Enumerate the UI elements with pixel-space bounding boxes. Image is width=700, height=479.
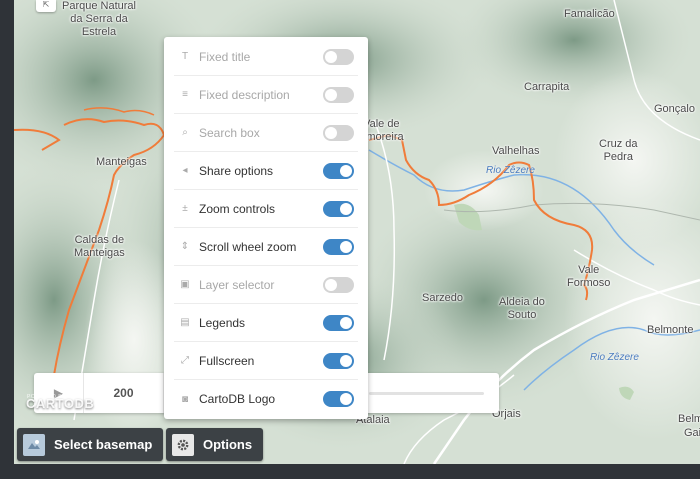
share-icon: ◂ [182, 165, 188, 176]
option-label: Fixed description [199, 87, 290, 102]
option-toggle[interactable] [323, 352, 354, 369]
toggle-knob [340, 164, 352, 177]
toggle-knob [325, 88, 337, 101]
logo-icon: ◙ [181, 393, 189, 405]
place-label: Belm [678, 413, 700, 425]
option-row[interactable]: T Fixed title [174, 38, 358, 76]
place-label: Famalicão [564, 8, 615, 20]
zoom-icon: ± [182, 203, 188, 214]
option-toggle[interactable] [323, 86, 354, 103]
option-row[interactable]: ⇕ Scroll wheel zoom [174, 228, 358, 266]
description-icon: ≡ [182, 89, 188, 100]
basemap-icon [23, 433, 45, 456]
place-label: Belmonte [647, 324, 694, 336]
scroll-icon: ⇕ [180, 241, 190, 252]
option-toggle[interactable] [323, 314, 354, 331]
place-label: Gonçalo [654, 103, 695, 115]
toggle-knob [340, 393, 352, 405]
search-icon: ⌕ [182, 127, 188, 138]
option-row[interactable]: ◂ Share options [174, 152, 358, 190]
option-label: Scroll wheel zoom [199, 239, 297, 254]
place-label: Cruz da Pedra [599, 138, 638, 163]
option-label: Search box [199, 125, 260, 140]
select-basemap-button[interactable]: Select basemap [17, 428, 163, 461]
option-toggle[interactable] [323, 124, 354, 141]
place-label: Manteigas [96, 156, 147, 168]
layers-icon: ▣ [180, 279, 190, 290]
option-row[interactable]: ± Zoom controls [174, 190, 358, 228]
fullscreen-icon: ⤢ [181, 355, 189, 366]
timeline-step-value[interactable]: 200 [84, 373, 164, 413]
river-label: Rio Zêzere [486, 165, 535, 176]
toggle-knob [340, 202, 352, 215]
place-label: Gaia [684, 427, 700, 439]
toggle-knob [340, 316, 352, 329]
select-basemap-label: Select basemap [54, 437, 153, 452]
zoom-control-icon[interactable]: ⇱ [36, 0, 56, 12]
option-label: Layer selector [199, 277, 275, 292]
options-panel: T Fixed title ≡ Fixed description ⌕ Search bo… [164, 37, 368, 419]
place-label: Vale Formoso [567, 264, 611, 289]
option-label: CartoDB Logo [199, 392, 276, 406]
option-label: Legends [199, 315, 246, 330]
timeline-slider[interactable] [369, 392, 484, 395]
place-label: Caldas de Manteigas [74, 234, 125, 259]
option-label: Fixed title [199, 49, 251, 64]
option-row[interactable]: ▤ Legends [174, 304, 358, 342]
place-label: Parque Natural da Serra da Estrela [62, 0, 136, 38]
option-toggle[interactable] [323, 162, 354, 179]
app-frame: Parque Natural da Serra da Estrela Famal… [0, 0, 700, 479]
option-row[interactable]: ⤢ Fullscreen [174, 342, 358, 380]
place-label: Aldeia do Souto [499, 296, 545, 321]
option-row[interactable]: ⌕ Search box [174, 114, 358, 152]
place-label: Carrapita [524, 81, 570, 93]
option-toggle[interactable] [323, 48, 354, 65]
river-label: Rio Zêzere [590, 352, 639, 363]
toggle-knob [340, 354, 352, 367]
option-row[interactable]: ▣ Layer selector [174, 266, 358, 304]
option-row[interactable]: ◙ CartoDB Logo [174, 380, 358, 418]
toggle-knob [325, 50, 337, 63]
place-label: Sarzedo [422, 292, 463, 304]
option-row[interactable]: ≡ Fixed description [174, 76, 358, 114]
option-label: Fullscreen [199, 353, 255, 368]
toggle-knob [325, 126, 337, 139]
options-label: Options [203, 437, 253, 452]
option-toggle[interactable] [323, 391, 354, 407]
option-toggle[interactable] [323, 238, 354, 255]
options-button[interactable]: Options [166, 428, 263, 461]
option-label: Zoom controls [199, 201, 276, 216]
cartodb-logo[interactable]: CARTODB [26, 396, 94, 411]
option-label: Share options [199, 163, 274, 178]
toggle-knob [340, 240, 352, 253]
options-list: T Fixed title ≡ Fixed description ⌕ Search bo… [174, 38, 358, 418]
toggle-knob [325, 278, 337, 291]
option-toggle[interactable] [323, 200, 354, 217]
option-toggle[interactable] [323, 276, 354, 293]
gear-icon [172, 433, 194, 456]
place-label: Valhelhas [492, 145, 540, 157]
legend-icon: ▤ [180, 317, 190, 328]
title-icon: T [181, 51, 189, 62]
